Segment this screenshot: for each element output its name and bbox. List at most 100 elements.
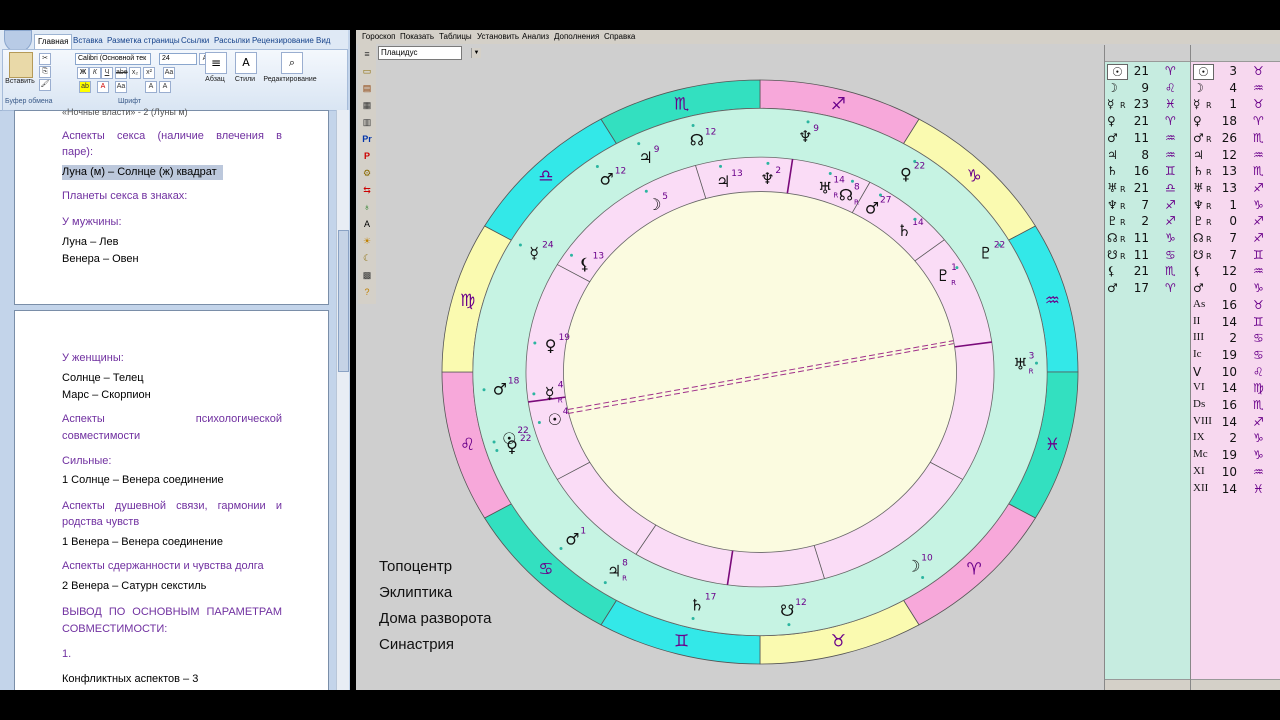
planet-glyph[interactable]: ☽ — [906, 557, 920, 576]
planet-glyph[interactable]: ♅ — [1013, 355, 1027, 374]
table-row[interactable]: VI 14 ♍ — [1191, 380, 1280, 396]
table-row[interactable]: ☊ R 7 ♐ — [1191, 230, 1280, 246]
ribbon-tab[interactable]: Ссылки — [178, 34, 212, 48]
table-row[interactable]: ♆ R 7 ♐ — [1105, 197, 1191, 213]
table-row[interactable]: ♅ R 13 ♐ — [1191, 180, 1280, 196]
bold-icon[interactable]: Ж — [77, 67, 89, 79]
editing-button[interactable]: Редактирование — [257, 76, 323, 83]
table-row[interactable]: ♇ R 0 ♐ — [1191, 213, 1280, 229]
planet-glyph[interactable]: ♀ — [900, 164, 912, 183]
highlight-icon[interactable]: ab — [79, 81, 91, 93]
italic-icon[interactable]: К — [89, 67, 101, 79]
planet-glyph[interactable]: ⚸ — [579, 254, 591, 273]
table-row[interactable]: ♆ R 1 ♑ — [1191, 197, 1280, 213]
planet-glyph[interactable]: ♄ — [897, 221, 911, 240]
planet-glyph[interactable]: ☋ — [780, 601, 794, 620]
font-color-icon[interactable]: A — [97, 81, 109, 93]
planet-glyph[interactable]: ☿ — [545, 383, 555, 402]
grow-icon[interactable]: A — [145, 81, 157, 93]
table-row[interactable]: IX 2 ♑ — [1191, 430, 1280, 446]
format-painter-icon[interactable]: 🖌 — [39, 79, 51, 91]
table-row[interactable]: ♇ R 2 ♐ — [1105, 213, 1191, 229]
planet-glyph[interactable]: ♀ — [545, 336, 557, 355]
planet-glyph[interactable]: ☊ — [690, 131, 704, 150]
planet-glyph[interactable]: ♂ — [565, 529, 579, 548]
copy-icon[interactable]: ⎘ — [39, 66, 51, 78]
planet-glyph[interactable]: ♂ — [600, 169, 614, 188]
table-row[interactable]: Mc 19 ♑ — [1191, 447, 1280, 463]
table-row[interactable]: ☽ 9 ♌ — [1105, 80, 1191, 96]
word-vertical-scrollbar[interactable] — [336, 110, 349, 690]
shrink-icon[interactable]: A — [159, 81, 171, 93]
planet-glyph[interactable]: ♀ — [506, 437, 518, 456]
table-row[interactable]: XI 10 ♒ — [1191, 464, 1280, 480]
editing-icon[interactable]: ⌕ — [281, 52, 303, 74]
table-row[interactable]: ♀ 21 ♈ — [1105, 113, 1191, 129]
table-row[interactable]: ♃ 8 ♒ — [1105, 147, 1191, 163]
table-row[interactable]: ♄ R 13 ♏ — [1191, 163, 1280, 179]
table-row[interactable]: ☋ R 7 ♊ — [1191, 247, 1280, 263]
table-row[interactable]: III 2 ♋ — [1191, 330, 1280, 346]
planet-glyph[interactable]: ♄ — [690, 595, 704, 614]
ribbon-tab[interactable]: Рассылки — [211, 34, 253, 48]
table-row[interactable]: As 16 ♉ — [1191, 297, 1280, 313]
table-row[interactable]: II 14 ♊ — [1191, 314, 1280, 330]
table-row[interactable]: ☽ 4 ♒ — [1191, 80, 1280, 96]
table-row[interactable]: ♅ R 21 ♎ — [1105, 180, 1191, 196]
table-row[interactable]: ☊ R 11 ♑ — [1105, 230, 1191, 246]
ribbon-tab[interactable]: Главная — [34, 34, 73, 49]
table-row[interactable]: ☿ R 23 ♓ — [1105, 96, 1191, 112]
table-row[interactable]: XII 14 ♓ — [1191, 481, 1280, 497]
font-case-icon[interactable]: Aa — [115, 81, 127, 93]
table-row[interactable]: ⚸ 21 ♏ — [1105, 263, 1191, 279]
table-row[interactable]: ☋ R 11 ♋ — [1105, 247, 1191, 263]
table-row[interactable]: ♂ 11 ♒ — [1105, 130, 1191, 146]
paste-icon[interactable] — [9, 52, 33, 78]
table-row[interactable]: ☉ 21 ♈ — [1105, 63, 1191, 80]
table-row[interactable]: V 10 ♌ — [1191, 364, 1280, 380]
table-row[interactable]: ⚸ 12 ♒ — [1191, 263, 1280, 279]
table-row[interactable]: ☿ R 1 ♉ — [1191, 96, 1280, 112]
strike-icon[interactable]: abe — [115, 67, 128, 79]
table-row[interactable]: ♃ 12 ♒ — [1191, 147, 1280, 163]
planet-glyph[interactable]: ☿ — [529, 243, 539, 262]
table1-scrollbar[interactable] — [1105, 679, 1191, 690]
planet-glyph[interactable]: ☉ — [548, 410, 562, 429]
clear-format-icon[interactable]: Aa — [163, 67, 175, 79]
planet-glyph[interactable]: ♆ — [760, 169, 774, 188]
table-row[interactable]: VIII 14 ♐ — [1191, 414, 1280, 430]
cut-icon[interactable]: ✂ — [39, 53, 51, 65]
table2-scrollbar[interactable] — [1191, 679, 1280, 690]
table-row[interactable]: ♄ 16 ♊ — [1105, 163, 1191, 179]
ribbon-tab[interactable]: Вид — [313, 34, 333, 48]
synastry-chart[interactable]: ♐♑♒♓♈♉♊♋♌♍♎♏☊12♆9♀22♇22♅3R☽10☋12♄17♃8R♂1… — [356, 30, 1104, 690]
planet-glyph[interactable]: ♂ — [493, 380, 507, 399]
planet-glyph[interactable]: ☽ — [647, 195, 661, 214]
underline-icon[interactable]: Ч — [101, 67, 113, 79]
planet-glyph[interactable]: ♃ — [639, 148, 653, 167]
table-row[interactable]: ♀ 18 ♈ — [1191, 113, 1280, 129]
paste-button[interactable]: Вставить — [3, 78, 37, 85]
ribbon-tab[interactable]: Вставка — [70, 34, 106, 48]
document-page-2[interactable]: У женщины: Солнце – Телец Марс – Скорпион А… — [14, 310, 329, 690]
planet-table-2[interactable]: ☉ 3 ♉ ☽ 4 ♒ ☿ R 1 ♉ ♀ 18 ♈ ♂ R 26 ♏ ♃ 12 ♒ ♄ R 13 ♏ ♅ R 13 ♐ ♆ R 1 ♑ ♇ R 0… — [1190, 45, 1280, 690]
subscript-icon[interactable]: x₂ — [129, 67, 141, 79]
paragraph-button[interactable]: Абзац — [199, 76, 231, 83]
font-name-box[interactable]: Calibri (Основной тек — [75, 53, 151, 65]
table-row[interactable]: ♂ 0 ♑ — [1191, 280, 1280, 296]
planet-glyph[interactable]: ♃ — [716, 172, 730, 191]
document-page-1[interactable]: «Ночные власти» - 2 (Луны м) Аспекты сек… — [14, 107, 329, 305]
table-row[interactable]: ♂ 17 ♈ — [1105, 280, 1191, 296]
table-row[interactable]: ♂ R 26 ♏ — [1191, 130, 1280, 146]
ribbon-tab[interactable]: Разметка страницы — [104, 34, 183, 48]
ribbon-tab[interactable]: Рецензирование — [249, 34, 317, 48]
planet-glyph[interactable]: ♃ — [607, 562, 621, 581]
table-row[interactable]: Ic 19 ♋ — [1191, 347, 1280, 363]
planet-glyph[interactable]: ♅ — [818, 178, 832, 197]
planet-glyph[interactable]: ♆ — [798, 127, 812, 146]
styles-icon[interactable]: A — [235, 52, 257, 74]
planet-glyph[interactable]: ♇ — [936, 266, 950, 285]
planet-glyph[interactable]: ☊ — [839, 186, 853, 205]
table-row[interactable]: Ds 16 ♏ — [1191, 397, 1280, 413]
planet-glyph[interactable]: ♂ — [865, 198, 879, 217]
